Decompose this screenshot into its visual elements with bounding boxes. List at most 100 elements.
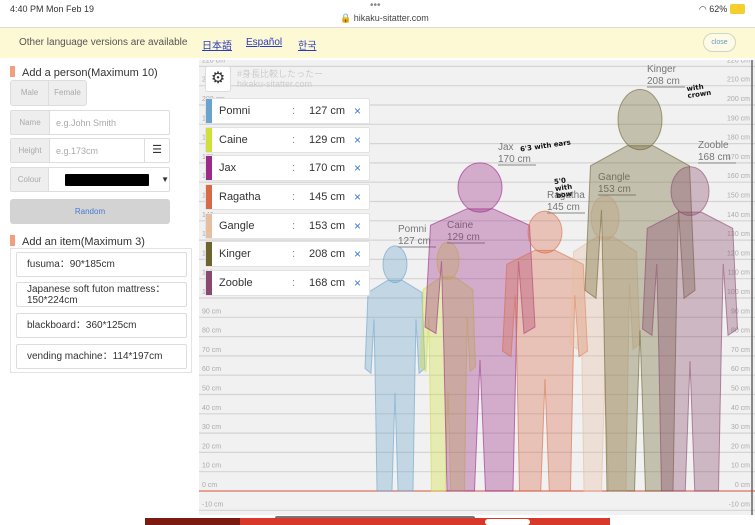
person-name: Caine bbox=[219, 134, 248, 146]
colour-swatch[interactable] bbox=[65, 174, 149, 186]
figure-height-label: 170 cm bbox=[498, 154, 531, 165]
banner-message: Other language versions are available bbox=[19, 37, 187, 48]
remove-person-icon[interactable]: × bbox=[354, 104, 361, 118]
axis-tick-label-left: -10 cm bbox=[202, 501, 224, 508]
axis-tick-label-left: 50 cm bbox=[202, 386, 221, 393]
person-color-bar bbox=[206, 242, 212, 266]
silhouette-head bbox=[458, 163, 502, 212]
item-futon[interactable]: Japanese soft futon mattress：150*224cm bbox=[16, 282, 187, 307]
person-height: 127 cm bbox=[309, 105, 345, 117]
axis-tick-label-left: 20 cm bbox=[202, 443, 221, 450]
person-height: 129 cm bbox=[309, 134, 345, 146]
chevron-down-icon[interactable]: ▼ bbox=[161, 168, 169, 191]
axis-tick-label-right: 20 cm bbox=[731, 443, 750, 450]
person-row[interactable]: Kinger : 208 cm × bbox=[205, 241, 370, 267]
separator: : bbox=[292, 277, 295, 289]
axis-tick-label-left: 70 cm bbox=[202, 347, 221, 354]
name-field: Name bbox=[10, 110, 170, 135]
axis-tick-label-right: 70 cm bbox=[731, 347, 750, 354]
figure-name-label: Jax bbox=[498, 142, 514, 153]
figure-name-label: Zooble bbox=[698, 140, 729, 151]
separator: : bbox=[292, 191, 295, 203]
close-banner-button[interactable]: close bbox=[703, 33, 736, 52]
link-korean[interactable]: 한국 bbox=[298, 37, 316, 52]
name-input[interactable] bbox=[50, 111, 169, 134]
random-button[interactable]: Random bbox=[10, 199, 170, 224]
remove-person-icon[interactable]: × bbox=[354, 219, 361, 233]
annotation-ragatha: 5'0 with bow bbox=[554, 175, 587, 200]
watermark-line: #身長比較したったー bbox=[237, 69, 323, 79]
remove-person-icon[interactable]: × bbox=[354, 276, 361, 290]
item-blackboard[interactable]: blackboard：360*125cm bbox=[16, 313, 187, 338]
axis-tick-label-left: 90 cm bbox=[202, 308, 221, 315]
gender-toggle: Male Female bbox=[10, 80, 87, 106]
axis-tick-label-right: -10 cm bbox=[729, 501, 751, 508]
separator: : bbox=[292, 105, 295, 117]
status-time: 4:40 PM Mon Feb 19 bbox=[10, 4, 94, 14]
axis-tick-label-right: 40 cm bbox=[731, 405, 750, 412]
left-panel: Add a person(Maximum 10) Male Female Nam… bbox=[0, 58, 196, 518]
remove-person-icon[interactable]: × bbox=[354, 161, 361, 175]
person-height: 153 cm bbox=[309, 220, 345, 232]
silhouette-head bbox=[528, 211, 562, 253]
axis-tick-label-right: 50 cm bbox=[731, 386, 750, 393]
remove-person-icon[interactable]: × bbox=[354, 133, 361, 147]
female-button[interactable]: Female bbox=[49, 81, 86, 105]
add-person-title: Add a person(Maximum 10) bbox=[22, 67, 158, 79]
axis-tick-label-left: 80 cm bbox=[202, 328, 221, 335]
remove-person-icon[interactable]: × bbox=[354, 190, 361, 204]
figure-height-label: 145 cm bbox=[547, 202, 580, 213]
male-button[interactable]: Male bbox=[11, 81, 49, 105]
axis-tick-label-right: 160 cm bbox=[727, 173, 750, 180]
separator: : bbox=[292, 248, 295, 260]
watermark-line: hikaku-sitatter.com bbox=[237, 79, 323, 89]
person-row[interactable]: Ragatha : 145 cm × bbox=[205, 184, 370, 210]
separator: : bbox=[292, 134, 295, 146]
person-name: Pomni bbox=[219, 105, 250, 117]
address-url[interactable]: 🔒 hikaku-sitatter.com bbox=[340, 13, 429, 24]
person-row[interactable]: Pomni : 127 cm × bbox=[205, 98, 370, 124]
person-name: Gangle bbox=[219, 220, 254, 232]
link-spanish[interactable]: Español bbox=[246, 37, 282, 48]
axis-tick-label-right: 60 cm bbox=[731, 366, 750, 373]
battery-percent: 62% bbox=[709, 4, 727, 14]
axis-tick-label-left: 220 cm bbox=[202, 60, 225, 64]
colour-field[interactable]: Colour ▼ bbox=[10, 167, 170, 192]
separator: : bbox=[292, 220, 295, 232]
figure-name-label: Pomni bbox=[398, 224, 426, 235]
person-color-bar bbox=[206, 214, 212, 238]
figure-name-label: Kinger bbox=[647, 64, 677, 75]
remove-person-icon[interactable]: × bbox=[354, 247, 361, 261]
axis-tick-label-right: 0 cm bbox=[735, 482, 750, 489]
silhouette-head bbox=[383, 246, 407, 283]
ad-banner[interactable] bbox=[145, 518, 610, 525]
silhouette-head bbox=[618, 90, 662, 150]
figure-height-label: 208 cm bbox=[647, 76, 680, 87]
person-row[interactable]: Caine : 129 cm × bbox=[205, 127, 370, 153]
axis-tick-label-right: 210 cm bbox=[727, 77, 750, 84]
add-item-heading: Add an item(Maximum 3) bbox=[10, 235, 145, 248]
settings-gear-icon[interactable]: ⚙ bbox=[205, 66, 231, 92]
person-color-bar bbox=[206, 271, 212, 295]
person-row[interactable]: Jax : 170 cm × bbox=[205, 155, 370, 181]
person-row[interactable]: Zooble : 168 cm × bbox=[205, 270, 370, 296]
link-japanese[interactable]: 日本語 bbox=[202, 37, 232, 52]
add-item-title: Add an item(Maximum 3) bbox=[22, 236, 145, 248]
person-height: 170 cm bbox=[309, 162, 345, 174]
axis-tick-label-right: 30 cm bbox=[731, 424, 750, 431]
figure-height-label: 127 cm bbox=[398, 236, 431, 247]
axis-tick-label-left: 10 cm bbox=[202, 463, 221, 470]
name-label: Name bbox=[11, 111, 50, 134]
separator: : bbox=[292, 162, 295, 174]
axis-tick-label-right: 150 cm bbox=[727, 193, 750, 200]
person-row[interactable]: Gangle : 153 cm × bbox=[205, 213, 370, 239]
height-list-icon[interactable]: ☰ bbox=[144, 139, 169, 162]
height-input[interactable] bbox=[50, 139, 144, 162]
more-dots-icon[interactable]: ••• bbox=[370, 0, 381, 11]
person-height: 208 cm bbox=[309, 248, 345, 260]
item-fusuma[interactable]: fusuma：90*185cm bbox=[16, 252, 187, 277]
axis-tick-label-right: 180 cm bbox=[727, 135, 750, 142]
axis-tick-label-right: 220 cm bbox=[727, 60, 750, 64]
colour-label: Colour bbox=[11, 168, 49, 191]
item-vending-machine[interactable]: vending machine：114*197cm bbox=[16, 344, 187, 369]
